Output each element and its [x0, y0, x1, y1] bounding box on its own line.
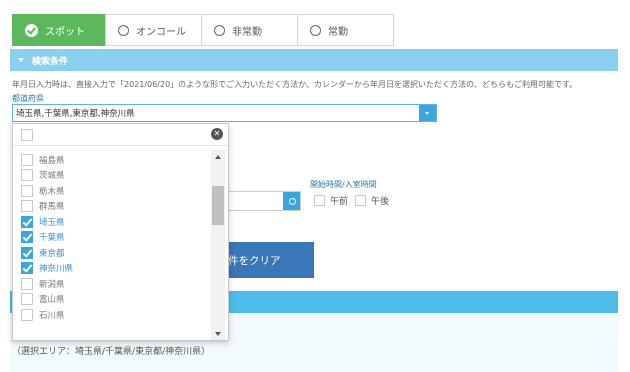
option-label: 埼玉県 — [39, 217, 65, 228]
caret-down-icon — [18, 58, 24, 62]
pm-label: 午後 — [371, 197, 390, 207]
prefecture-label: 都道府県 — [12, 94, 44, 103]
radio-icon — [310, 24, 321, 36]
checkbox-icon[interactable] — [21, 153, 33, 166]
prefecture-option[interactable]: 新潟県 — [13, 276, 213, 292]
pm-checkbox[interactable]: 午後 — [355, 194, 389, 207]
am-checkbox[interactable]: 午前 — [314, 194, 348, 207]
prefecture-option[interactable]: 群馬県 — [13, 199, 213, 215]
am-label: 午前 — [330, 197, 349, 207]
scroll-thumb[interactable] — [212, 186, 224, 225]
calendar-icon[interactable] — [283, 192, 300, 210]
checkbox-icon[interactable] — [21, 308, 33, 321]
option-label: 石川県 — [39, 310, 65, 321]
checkbox-icon[interactable] — [21, 184, 33, 197]
checkbox-icon[interactable] — [21, 200, 33, 213]
tab-full-time[interactable]: 常勤 — [297, 14, 394, 46]
prefecture-option[interactable]: 千葉県 — [13, 230, 213, 246]
prefecture-options: 福島県茨城県栃木県群馬県埼玉県千葉県東京都神奈川県新潟県富山県石川県 — [13, 152, 213, 323]
prefecture-dropdown: ✕ 福島県茨城県栃木県群馬県埼玉県千葉県東京都神奈川県新潟県富山県石川県 — [12, 123, 229, 341]
checkbox-box[interactable] — [355, 195, 366, 206]
dropdown-scrollbar[interactable] — [211, 150, 225, 340]
option-label: 千葉県 — [39, 233, 65, 244]
option-label: 栃木県 — [39, 186, 65, 197]
prefecture-option[interactable]: 栃木県 — [13, 183, 213, 199]
tab-label: オンコール — [136, 26, 186, 38]
prefecture-option[interactable]: 茨城県 — [13, 168, 213, 184]
tab-label: スポット — [45, 26, 85, 38]
option-label: 福島県 — [39, 155, 65, 166]
dropdown-header: ✕ — [13, 124, 228, 146]
prefecture-value: 埼玉県,千葉県,東京都,神奈川県 — [16, 109, 135, 119]
tab-label: 非常勤 — [232, 26, 262, 38]
checked-checkbox-icon[interactable] — [21, 231, 33, 244]
option-label: 群馬県 — [39, 202, 65, 213]
prefecture-option[interactable]: 神奈川県 — [13, 261, 213, 277]
checked-checkbox-icon[interactable] — [21, 262, 33, 275]
check-circle-icon — [25, 23, 38, 37]
close-icon[interactable]: ✕ — [211, 128, 223, 140]
radio-icon — [118, 24, 129, 36]
prefecture-option[interactable]: 東京都 — [13, 245, 213, 261]
option-label: 東京都 — [39, 248, 65, 259]
option-label: 新潟県 — [39, 279, 65, 290]
scroll-up-icon[interactable] — [215, 155, 221, 159]
search-conditions-header[interactable]: 検索条件 — [10, 49, 618, 71]
option-label: 茨城県 — [39, 171, 65, 182]
tab-part-time[interactable]: 非常勤 — [201, 14, 298, 46]
option-label: 神奈川県 — [39, 264, 74, 275]
checkbox-box[interactable] — [314, 195, 325, 206]
checked-checkbox-icon[interactable] — [21, 215, 33, 228]
chevron-down-icon[interactable] — [419, 105, 436, 121]
prefecture-option[interactable]: 富山県 — [13, 292, 213, 308]
tab-oncall[interactable]: オンコール — [105, 14, 202, 46]
start-time-label: 開始時間/入室時間 — [310, 180, 377, 189]
prefecture-option[interactable]: 石川県 — [13, 307, 213, 323]
tab-label: 常勤 — [328, 26, 348, 38]
option-label: 富山県 — [39, 295, 65, 306]
selected-area-note: （選択エリア：埼玉県/千葉県/東京都/神奈川県） — [12, 347, 211, 357]
date-input-note: 年月日入力時は、直接入力で「2021/06/20」のような形でご入力いただく方法… — [12, 80, 578, 89]
scroll-down-icon[interactable] — [215, 332, 221, 336]
select-all-checkbox[interactable] — [21, 129, 33, 141]
tab-spot[interactable]: スポット — [12, 14, 106, 46]
prefecture-option[interactable]: 埼玉県 — [13, 214, 213, 230]
prefecture-option[interactable]: 福島県 — [13, 152, 213, 168]
checked-checkbox-icon[interactable] — [21, 246, 33, 259]
checkbox-icon[interactable] — [21, 169, 33, 182]
section-title: 検索条件 — [32, 56, 69, 67]
radio-icon — [214, 24, 225, 36]
checkbox-icon[interactable] — [21, 277, 33, 290]
employment-type-tabs: スポット オンコール 非常勤 常勤 — [12, 14, 394, 46]
checkbox-icon[interactable] — [21, 293, 33, 306]
prefecture-select[interactable]: 埼玉県,千葉県,東京都,神奈川県 — [12, 104, 437, 122]
